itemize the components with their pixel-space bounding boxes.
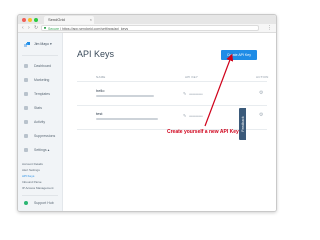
sidebar-item-settings[interactable]: Settings ▴ [24,147,60,153]
activity-icon [24,120,28,124]
close-window-button[interactable] [22,18,26,22]
sendgrid-logo-icon [24,42,30,47]
pencil-icon[interactable]: ✎ [183,114,186,118]
gear-icon[interactable]: ⚙ [259,113,263,118]
key-name: hello [96,88,105,93]
maximize-window-button[interactable] [34,18,38,22]
reload-icon[interactable]: ↻ [34,25,38,31]
redacted-key-id [96,118,158,120]
minimize-window-button[interactable] [28,18,32,22]
sidebar-item-dashboard[interactable]: Dashboard [24,63,60,69]
browser-tab[interactable]: SendGrid × [44,16,94,24]
column-header-api-key: API KEY [185,75,199,79]
tab-close-icon[interactable]: × [90,16,92,24]
stats-icon [24,106,28,110]
masked-api-key: •••••••••••••••••• [189,92,203,96]
column-header-name: NAME [96,75,106,79]
sidebar-subitem-inbound-parse[interactable]: Inbound Parse [22,180,42,184]
row-divider [77,105,267,106]
address-bar[interactable]: Secure | https://app.sendgrid.com/settin… [41,25,259,31]
column-header-action: ACTION [256,75,269,79]
redacted-key-id [96,95,154,97]
masked-api-key: •••••••••••••••••• [189,114,203,118]
create-api-key-button[interactable]: Create API Key [221,50,257,60]
key-name: test [96,111,103,116]
lock-icon [44,27,46,29]
sidebar-subitem-alert-settings[interactable]: Alert Settings [22,168,40,172]
back-arrow-icon[interactable]: ‹ [22,25,24,31]
sidebar-divider [22,55,58,56]
feedback-label: Feedback [240,116,245,132]
marketing-icon [24,78,28,82]
feedback-tab[interactable]: Feedback [239,108,246,140]
support-icon [24,201,28,205]
sidebar-item-label: Settings ▴ [34,148,50,152]
sidebar-subitem-account-details[interactable]: Account Details [22,162,43,166]
annotation-text: Create yourself a new API Key [167,129,239,135]
suppressions-icon [24,134,28,138]
sidebar-item-label: Activity [34,120,46,124]
sidebar: Jim Mayo ▾ Dashboard Marketing Templates… [18,33,63,211]
forward-arrow-icon[interactable]: › [28,25,30,31]
page-title: API Keys [77,49,115,59]
sidebar-item-label: Support Hub [34,201,54,205]
pencil-icon[interactable]: ✎ [183,92,186,96]
sidebar-subitem-api-keys[interactable]: API Keys [22,174,34,178]
sidebar-item-support[interactable]: Support Hub [24,200,60,206]
settings-icon [24,148,28,152]
browser-window: SendGrid × ‹ › ↻ Secure | https://app.se… [17,14,277,212]
sidebar-item-label: Dashboard [34,64,52,68]
browser-toolbar: ‹ › ↻ Secure | https://app.sendgrid.com/… [18,24,276,33]
templates-icon [24,92,28,96]
tab-title: SendGrid [48,17,65,22]
gear-icon[interactable]: ⚙ [259,91,263,96]
dashboard-icon [24,64,28,68]
sidebar-divider [22,195,58,196]
sidebar-item-label: Suppressions [34,134,56,138]
sidebar-subitem-ip-access-management[interactable]: IP Access Management [22,186,53,190]
sidebar-item-suppressions[interactable]: Suppressions [24,133,60,139]
browser-menu-icon[interactable]: ⋮ [267,24,272,32]
sidebar-item-activity[interactable]: Activity [24,119,60,125]
account-menu[interactable]: Jim Mayo ▾ [34,42,52,46]
sidebar-item-stats[interactable]: Stats [24,105,60,111]
table-header-divider [77,81,267,82]
sidebar-item-label: Stats [34,106,42,110]
sidebar-item-label: Templates [34,92,50,96]
url-value: https://app.sendgrid.com/settings/api_ke… [61,27,129,31]
sidebar-item-templates[interactable]: Templates [24,91,60,97]
sidebar-item-marketing[interactable]: Marketing [24,77,60,83]
secure-label: Secure [48,27,60,31]
browser-titlebar: SendGrid × [18,15,276,24]
sidebar-item-label: Marketing [34,78,50,82]
